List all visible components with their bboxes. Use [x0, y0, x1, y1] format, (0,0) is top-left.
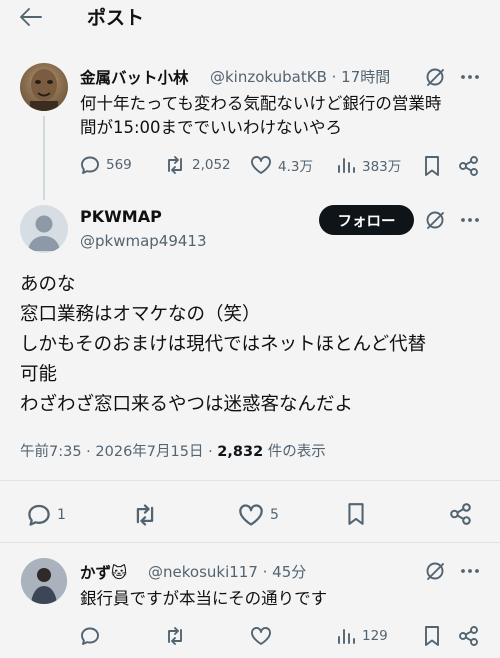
- post-text-line: 何十年たっても変わる気配ないけど銀行の営業時: [80, 94, 442, 113]
- page-title: ポスト: [87, 7, 145, 29]
- reply-count: 569: [106, 157, 132, 173]
- post-text-line: わざわざ窓口来るやつは迷惑客なんだよ: [20, 394, 354, 415]
- like-icon: [250, 155, 272, 175]
- views-count: 129: [362, 628, 388, 644]
- share-icon[interactable]: [458, 625, 480, 647]
- like-count: 5: [270, 507, 279, 523]
- reply-button[interactable]: 1: [27, 503, 66, 527]
- repost-icon[interactable]: [164, 626, 186, 646]
- author-handle[interactable]: @pkwmap49413: [80, 232, 207, 250]
- like-icon: [238, 503, 264, 527]
- reply-icon: [80, 155, 100, 175]
- thread-line: [43, 116, 45, 200]
- views-button[interactable]: 129: [336, 626, 388, 646]
- more-icon[interactable]: [460, 70, 480, 84]
- reply-icon[interactable]: [80, 626, 100, 646]
- bookmark-icon[interactable]: [345, 502, 367, 526]
- bookmark-icon[interactable]: [422, 625, 442, 647]
- grok-icon[interactable]: [424, 209, 446, 231]
- views-total: 2,832: [217, 444, 264, 460]
- author-handle-time[interactable]: @kinzokubatKB · 17時間: [210, 66, 390, 87]
- timestamp[interactable]: 午前7:35 · 2026年7月15日 ·: [20, 444, 217, 460]
- repost-button[interactable]: 2,052: [164, 155, 231, 175]
- post-text-line: あのな: [20, 274, 76, 295]
- repost-icon: [164, 155, 186, 175]
- more-icon[interactable]: [460, 213, 480, 227]
- reply-count: 1: [57, 507, 66, 523]
- author-handle-time[interactable]: @nekosuki117 · 45分: [148, 561, 306, 582]
- post-text-line: しかもそのおまけは現代ではネットほとんど代替: [20, 334, 427, 355]
- follow-button[interactable]: フォロー: [319, 205, 414, 235]
- views-icon: [336, 626, 356, 646]
- reply-icon: [27, 503, 51, 527]
- share-icon[interactable]: [458, 155, 480, 177]
- divider: [0, 542, 500, 543]
- post-meta: 午前7:35 · 2026年7月15日 · 2,832 件の表示: [20, 440, 326, 461]
- post-text: あのな 窓口業務はオマケなの（笑） しかもそのおまけは現代ではネットほとんど代替…: [20, 270, 426, 420]
- more-icon[interactable]: [460, 564, 480, 578]
- share-icon[interactable]: [449, 502, 473, 526]
- like-button[interactable]: 4.3万: [250, 155, 313, 175]
- views-label: 件の表示: [263, 444, 326, 460]
- author-name[interactable]: 金属バット小林: [80, 66, 189, 88]
- views-icon: [336, 155, 356, 175]
- repost-count: 2,052: [192, 157, 231, 173]
- like-button[interactable]: 5: [238, 503, 279, 527]
- views-count: 383万: [362, 159, 402, 175]
- back-arrow-icon[interactable]: [18, 5, 44, 29]
- grok-icon[interactable]: [424, 560, 446, 582]
- post-text-line: 間が15:00まででいいわけないやろ: [80, 118, 343, 137]
- reply-button[interactable]: 569: [80, 155, 132, 175]
- grok-icon[interactable]: [424, 66, 446, 88]
- avatar-nekosuki[interactable]: [21, 558, 67, 604]
- divider: [0, 480, 500, 481]
- repost-icon[interactable]: [132, 503, 158, 527]
- author-name[interactable]: PKWMAP: [80, 207, 162, 226]
- views-button[interactable]: 383万: [336, 155, 401, 175]
- bookmark-icon[interactable]: [422, 155, 442, 177]
- post-text-line: 可能: [20, 364, 58, 385]
- like-count: 4.3万: [278, 159, 313, 175]
- avatar-pkwmap[interactable]: [20, 205, 68, 253]
- author-name[interactable]: かず🐱: [80, 561, 127, 583]
- post-text: 銀行員ですが本当にその通りです: [80, 589, 328, 608]
- post-text-line: 窓口業務はオマケなの（笑）: [20, 304, 261, 325]
- avatar-kinzokubat[interactable]: [20, 63, 68, 111]
- like-icon[interactable]: [250, 626, 272, 646]
